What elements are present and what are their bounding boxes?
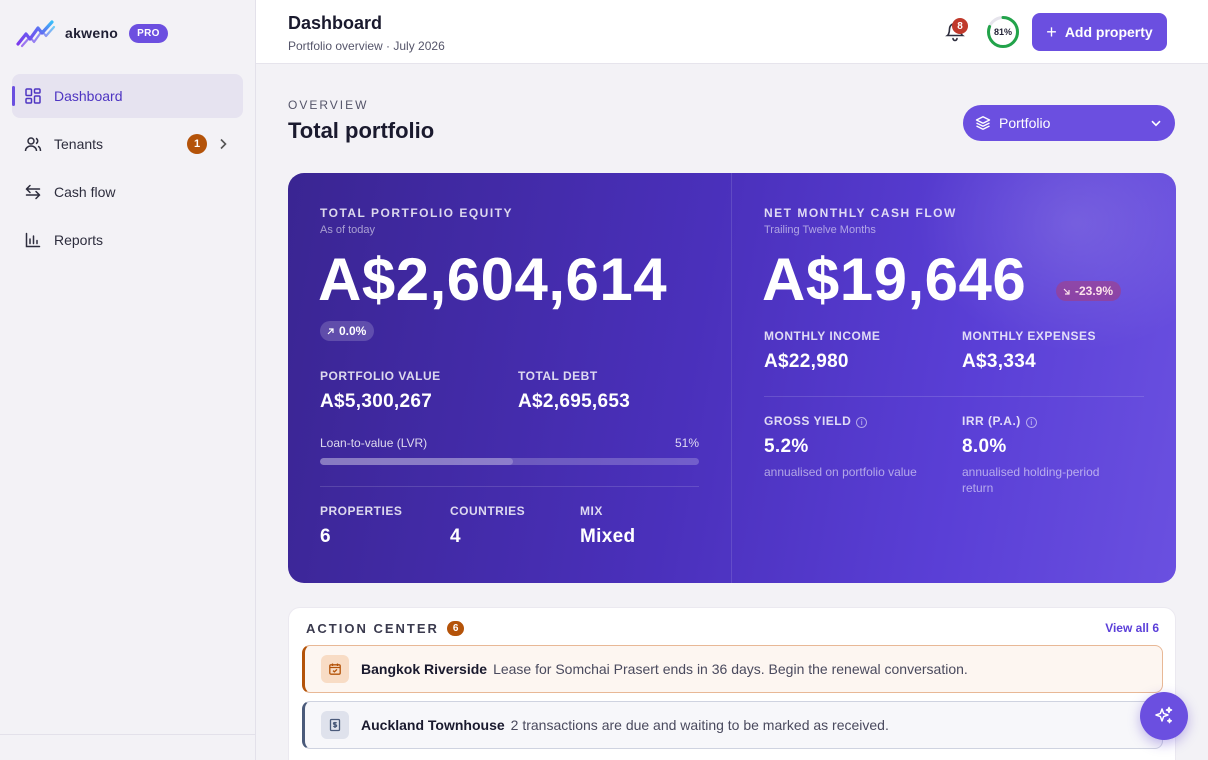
lvr-percent: 51% [674, 436, 699, 450]
users-icon [24, 135, 42, 153]
action-center: ACTION CENTER 6 View all 6 Bangkok River… [288, 607, 1176, 760]
arrow-up-right-icon [327, 327, 334, 334]
plus-icon: + [1046, 22, 1057, 42]
sidebar-item-dashboard[interactable]: Dashboard [12, 74, 243, 118]
bar-chart-icon [24, 231, 42, 249]
monthly-income: A$22,980 [764, 351, 849, 372]
countries-label: COUNTRIES [450, 504, 526, 518]
scope-select-value: Portfolio [999, 115, 1051, 131]
lvr-progress-bar [320, 458, 699, 465]
gross-yield: 5.2% [764, 436, 809, 457]
total-debt: A$2,695,653 [518, 391, 631, 412]
sidebar-item-label: Cash flow [54, 184, 116, 200]
cashflow-change-badge: -23.9% [1056, 281, 1122, 301]
equity-change-badge: 0.0% [320, 321, 375, 341]
dashboard-icon [24, 87, 42, 105]
cashflow-value: A$19,646 [762, 246, 1027, 313]
page-title: Dashboard [288, 13, 383, 33]
sidebar-item-reports[interactable]: Reports [12, 218, 243, 262]
countries-count: 4 [450, 526, 461, 547]
equity-sublabel: As of today [320, 224, 376, 236]
cashflow-sublabel: Trailing Twelve Months [764, 224, 876, 236]
portfolio-value-label: PORTFOLIO VALUE [320, 369, 441, 383]
info-icon[interactable]: i [856, 417, 868, 428]
sidebar-footer [0, 734, 256, 760]
irr-label: IRR (P.A.) [962, 414, 1021, 428]
sidebar-item-tenants[interactable]: Tenants 1 [12, 122, 243, 166]
calendar-icon [321, 655, 349, 683]
irr-note: annualised holding-period return [962, 465, 1100, 495]
equity-label: TOTAL PORTFOLIO EQUITY [320, 206, 514, 220]
view-all-link[interactable]: View all 6 [1105, 621, 1159, 635]
gross-yield-note: annualised on portfolio value [764, 465, 917, 479]
sidebar-item-label: Dashboard [54, 88, 123, 104]
mix-label: MIX [580, 504, 603, 518]
plan-badge: PRO [129, 23, 168, 43]
monthly-expenses-label: MONTHLY EXPENSES [962, 329, 1097, 343]
equity-change: 0.0% [339, 324, 367, 338]
tenants-count-badge: 1 [187, 134, 207, 154]
irr-label-wrap: IRR (P.A.) i [962, 414, 1037, 428]
equity-value: A$2,604,614 [318, 246, 668, 313]
brand[interactable]: akweno PRO [16, 18, 168, 48]
notification-count-badge: 8 [952, 18, 968, 34]
card-divider [731, 173, 732, 583]
action-item-property: Auckland Townhouse [361, 717, 505, 733]
total-debt-label: TOTAL DEBT [518, 369, 598, 383]
chevron-right-icon[interactable] [215, 136, 231, 152]
action-center-title-text: ACTION CENTER [306, 621, 439, 636]
action-item-message: Lease for Somchai Prasert ends in 36 day… [493, 661, 968, 677]
chevron-down-icon [1149, 116, 1163, 130]
sidebar-item-label: Reports [54, 232, 104, 248]
scope-select[interactable]: Portfolio [963, 105, 1175, 141]
monthly-income-label: MONTHLY INCOME [764, 329, 881, 343]
arrow-down-right-icon [1063, 288, 1070, 295]
cashflow-label: NET MONTHLY CASH FLOW [764, 206, 957, 220]
sidebar-nav: Dashboard Tenants 1 Cash flow Reports [12, 74, 243, 266]
action-center-title: ACTION CENTER 6 [306, 621, 465, 636]
mix-value: Mixed [580, 526, 636, 547]
receipt-icon [321, 711, 349, 739]
add-property-button[interactable]: + Add property [1032, 13, 1167, 51]
lvr-label: Loan-to-value (LVR) [320, 436, 428, 450]
sparkles-icon [1155, 706, 1173, 724]
irr-value: 8.0% [962, 436, 1007, 457]
section-title: Total portfolio [288, 118, 435, 143]
action-item[interactable]: Bangkok Riverside Lease for Somchai Pras… [302, 645, 1163, 693]
lvr-progress-fill [320, 458, 514, 465]
portfolio-value: A$5,300,267 [320, 391, 433, 412]
gross-yield-label-wrap: GROSS YIELD i [764, 414, 868, 428]
portfolio-score-label: 81% [993, 27, 1012, 37]
action-item[interactable]: Auckland Townhouse 2 transactions are du… [302, 701, 1163, 749]
properties-count: 6 [320, 526, 331, 547]
topbar: Dashboard Portfolio overview · July 2026… [256, 0, 1208, 64]
divider [320, 486, 699, 487]
page-subtitle: Portfolio overview · July 2026 [288, 39, 445, 53]
add-property-label: Add property [1064, 24, 1153, 40]
monthly-expenses: A$3,334 [962, 351, 1036, 372]
overview-eyebrow: OVERVIEW [288, 98, 369, 112]
cashflow-change: -23.9% [1075, 284, 1114, 298]
action-item-property: Bangkok Riverside [361, 661, 488, 677]
brand-logo-icon [16, 20, 56, 48]
properties-label: PROPERTIES [320, 504, 403, 518]
action-item-message: 2 transactions are due and waiting to be… [510, 717, 889, 733]
sidebar-item-cash-flow[interactable]: Cash flow [12, 170, 243, 214]
action-center-count: 6 [446, 621, 465, 636]
sidebar: akweno PRO Dashboard Tenants 1 Cash flow [0, 0, 256, 760]
brand-name: akweno [65, 25, 119, 41]
ai-assistant-button[interactable] [1140, 692, 1188, 740]
sidebar-item-label: Tenants [54, 136, 104, 152]
portfolio-summary-card: TOTAL PORTFOLIO EQUITY As of today A$2,6… [288, 173, 1176, 583]
divider [764, 396, 1144, 397]
info-icon[interactable]: i [1025, 417, 1037, 428]
layers-icon [975, 115, 991, 131]
gross-yield-label: GROSS YIELD [764, 414, 852, 428]
arrows-swap-icon [24, 183, 42, 201]
